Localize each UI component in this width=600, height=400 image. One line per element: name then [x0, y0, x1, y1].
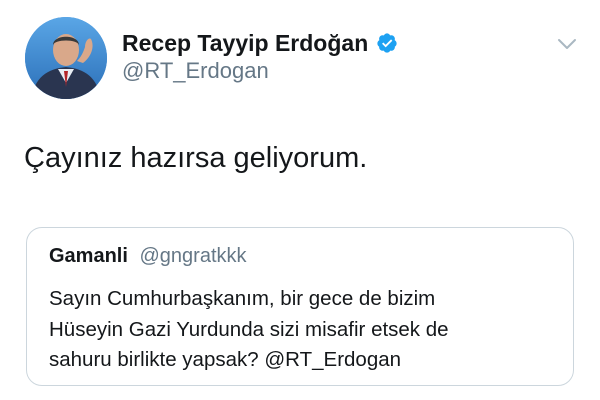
author-name[interactable]: Recep Tayyip Erdoğan: [122, 30, 368, 57]
author-name-row: Recep Tayyip Erdoğan: [122, 27, 398, 59]
avatar[interactable]: [25, 17, 107, 99]
avatar-image: [25, 17, 107, 99]
author-handle[interactable]: @RT_Erdogan: [122, 58, 269, 84]
quoted-tweet-line: Hüseyin Gazi Yurdunda sizi misafir etsek…: [49, 317, 449, 341]
quoted-tweet-text: Sayın Cumhurbaşkanım, bir gece de bizim …: [49, 284, 559, 376]
quoted-author-handle[interactable]: @gngratkkk: [139, 245, 246, 267]
quoted-tweet-card[interactable]: Gamanli @gngratkkk Sayın Cumhurbaşkanım,…: [26, 227, 574, 386]
quoted-tweet-header: Gamanli @gngratkkk: [49, 245, 247, 268]
tweet-text: Çayınız hazırsa geliyorum.: [24, 142, 368, 174]
chevron-down-icon[interactable]: [556, 33, 578, 55]
quoted-tweet-line: Sayın Cumhurbaşkanım, bir gece de bizim: [49, 287, 436, 310]
quoted-tweet-line: sahuru birlikte yapsak? @RT_Erdogan: [49, 348, 402, 371]
tweet-card: Recep Tayyip Erdoğan @RT_Erdogan Çayınız…: [0, 0, 600, 400]
verified-badge-icon: [376, 32, 398, 54]
quoted-author-name[interactable]: Gamanli: [49, 245, 128, 267]
